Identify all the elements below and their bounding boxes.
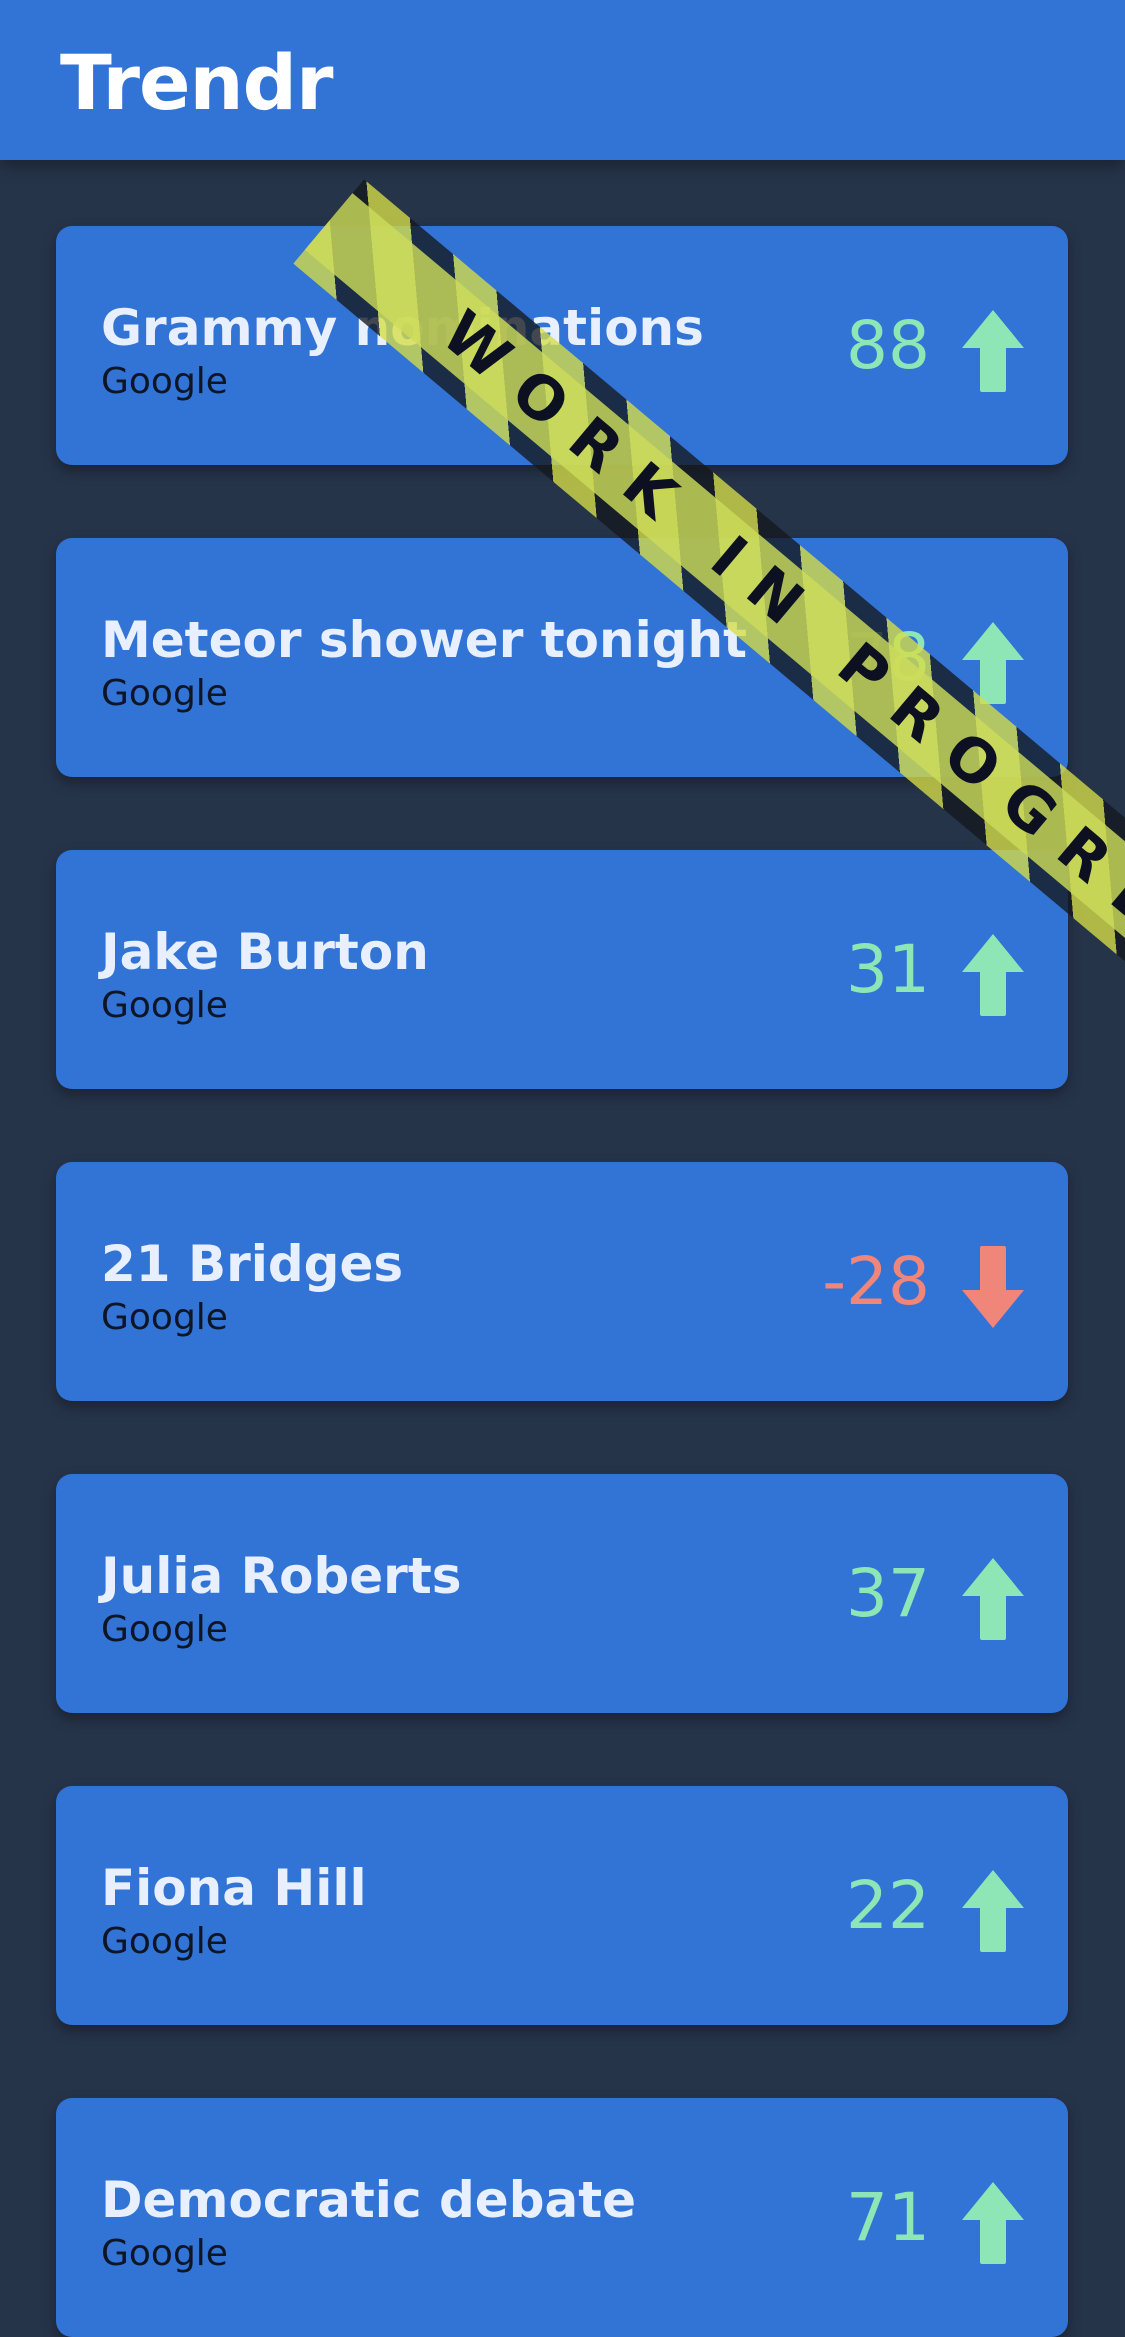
trend-card[interactable]: 21 Bridges Google -28: [56, 1162, 1068, 1401]
trend-source: Google: [101, 985, 228, 1026]
trend-score: 22: [846, 1867, 930, 1944]
trend-card[interactable]: Julia Roberts Google 37: [56, 1474, 1068, 1713]
trend-title: 21 Bridges: [101, 1235, 404, 1293]
trend-source: Google: [101, 361, 228, 402]
trend-score: 78: [846, 619, 930, 696]
trend-card[interactable]: Grammy nominations Google 88: [56, 226, 1068, 465]
trend-score: -28: [822, 1243, 930, 1320]
trend-title: Meteor shower tonight: [101, 611, 748, 669]
trend-score: 71: [846, 2179, 930, 2256]
trend-score: 31: [846, 931, 930, 1008]
trend-card[interactable]: Fiona Hill Google 22: [56, 1786, 1068, 2025]
arrow-up-icon: [962, 622, 1024, 704]
app-title: Trendr: [60, 38, 334, 127]
trend-source: Google: [101, 673, 228, 714]
trend-title: Julia Roberts: [101, 1547, 462, 1605]
arrow-down-icon: [962, 1246, 1024, 1328]
trend-card[interactable]: Meteor shower tonight Google 78: [56, 538, 1068, 777]
trend-source: Google: [101, 1609, 228, 1650]
trend-score: 37: [846, 1555, 930, 1632]
trend-title: Grammy nominations: [101, 299, 704, 357]
app-bar: Trendr: [0, 0, 1125, 160]
trend-card[interactable]: Democratic debate Google 71: [56, 2098, 1068, 2337]
arrow-up-icon: [962, 1558, 1024, 1640]
trend-title: Fiona Hill: [101, 1859, 367, 1917]
arrow-up-icon: [962, 2182, 1024, 2264]
arrow-up-icon: [962, 934, 1024, 1016]
arrow-up-icon: [962, 310, 1024, 392]
trend-title: Jake Burton: [101, 923, 429, 981]
trend-source: Google: [101, 1297, 228, 1338]
trend-title: Democratic debate: [101, 2171, 637, 2229]
trend-source: Google: [101, 1921, 228, 1962]
arrow-up-icon: [962, 1870, 1024, 1952]
trend-score: 88: [846, 307, 930, 384]
trend-source: Google: [101, 2233, 228, 2274]
trend-card[interactable]: Jake Burton Google 31: [56, 850, 1068, 1089]
